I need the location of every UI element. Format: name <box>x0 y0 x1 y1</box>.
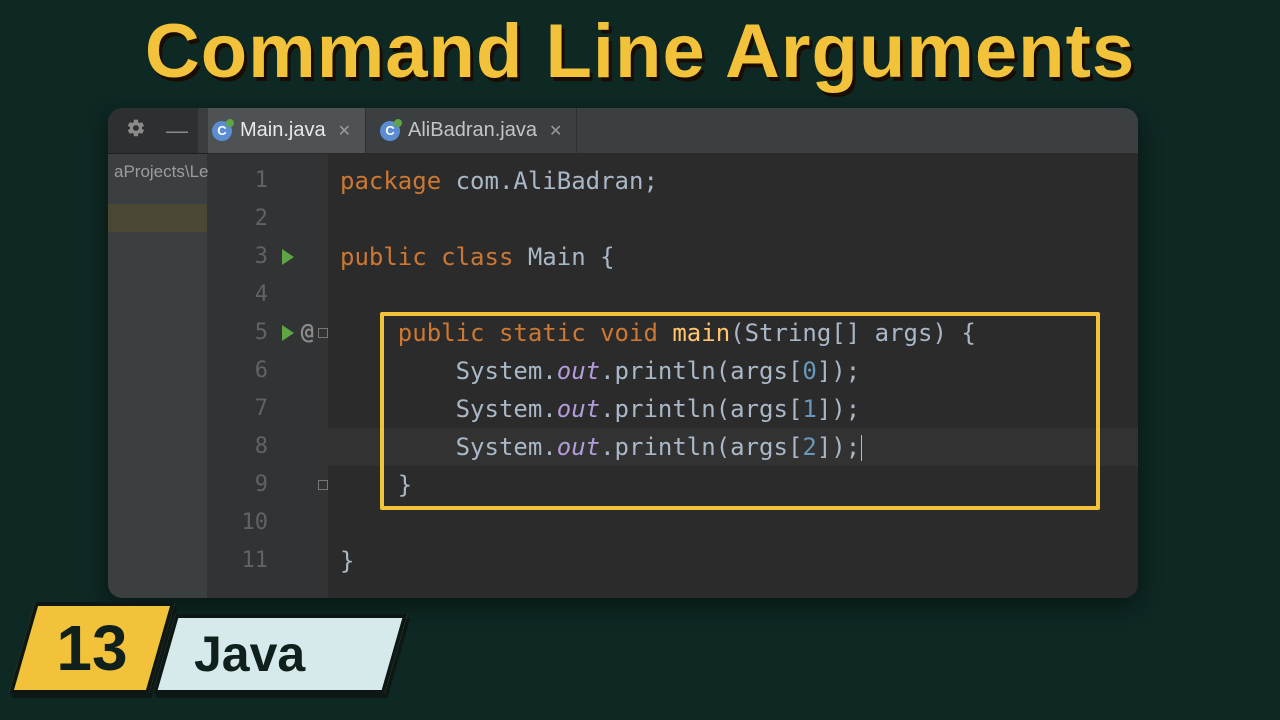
language-badge: Java <box>153 614 408 694</box>
editor-area: aProjects\Le 1 2 3 4 5@ 6 7 8 9 10 11 pa… <box>108 154 1138 598</box>
lesson-number-badge: 13 <box>9 602 175 694</box>
tab-label: AliBadran.java <box>408 119 537 142</box>
text-cursor <box>861 435 862 461</box>
run-icon[interactable] <box>282 325 294 341</box>
tab-main-java[interactable]: Main.java ✕ <box>198 108 366 153</box>
fold-icon[interactable] <box>318 328 328 338</box>
java-class-icon <box>212 121 232 141</box>
tab-label: Main.java <box>240 119 326 142</box>
line-gutter: 1 2 3 4 5@ 6 7 8 9 10 11 <box>208 154 328 598</box>
lesson-number: 13 <box>26 606 158 690</box>
java-class-icon <box>380 121 400 141</box>
gear-icon[interactable] <box>116 118 156 144</box>
close-icon[interactable]: ✕ <box>549 121 562 141</box>
ide-window: — Main.java ✕ AliBadran.java ✕ aProjects… <box>108 108 1138 598</box>
tab-strip: — Main.java ✕ AliBadran.java ✕ <box>108 108 1138 154</box>
close-icon[interactable]: ✕ <box>338 121 351 141</box>
override-icon: @ <box>301 314 314 352</box>
tree-selection <box>108 204 207 232</box>
code-area[interactable]: package com.AliBadran; public class Main… <box>328 154 1138 598</box>
tab-alibadran-java[interactable]: AliBadran.java ✕ <box>366 108 577 153</box>
project-tree-fragment[interactable]: aProjects\Le <box>108 154 208 598</box>
minimize-icon[interactable]: — <box>156 118 198 144</box>
run-icon[interactable] <box>282 249 294 265</box>
language-label: Java <box>168 618 392 690</box>
tree-path-text: aProjects\Le <box>114 162 209 181</box>
fold-icon[interactable] <box>318 480 328 490</box>
page-title: Command Line Arguments <box>0 8 1280 95</box>
